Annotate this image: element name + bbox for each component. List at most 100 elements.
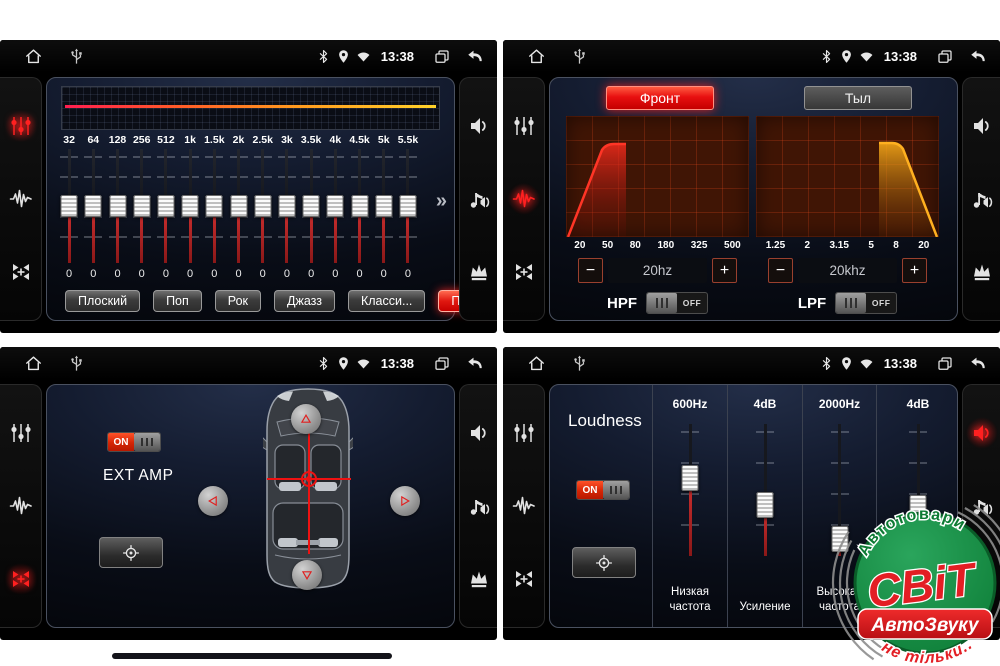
preset-button[interactable]: Класси... — [348, 290, 425, 312]
nav-volume[interactable] — [966, 417, 998, 449]
tab-front[interactable]: Фронт — [606, 86, 714, 110]
recents-icon[interactable] — [432, 48, 452, 66]
back-icon[interactable] — [968, 355, 988, 373]
lpf-minus-button[interactable]: − — [768, 258, 793, 283]
slider-handle[interactable] — [399, 195, 416, 217]
scale-tick: 1.25 — [766, 240, 785, 251]
eq-band-slider[interactable] — [156, 149, 176, 263]
slider-handle[interactable] — [682, 465, 699, 491]
slider-handle[interactable] — [327, 195, 344, 217]
slider-handle[interactable] — [254, 195, 271, 217]
preset-button[interactable]: Рок — [215, 290, 261, 312]
eq-band-slider[interactable] — [83, 149, 103, 263]
slider-handle[interactable] — [278, 195, 295, 217]
more-bands-chevron[interactable]: » — [436, 190, 447, 213]
nav-premium[interactable] — [463, 256, 495, 288]
back-icon[interactable] — [465, 355, 485, 373]
nav-equalizer[interactable] — [508, 110, 540, 142]
eq-band-slider[interactable] — [398, 149, 418, 263]
music-speaker-icon — [467, 187, 491, 211]
nav-premium[interactable] — [966, 256, 998, 288]
home-icon[interactable] — [527, 47, 546, 66]
preset-button[interactable]: Плоский — [65, 290, 140, 312]
slider-handle[interactable] — [303, 195, 320, 217]
nav-loudness[interactable] — [966, 183, 998, 215]
eq-band-slider[interactable] — [277, 149, 297, 263]
slider-handle[interactable] — [157, 195, 174, 217]
recents-icon[interactable] — [432, 355, 452, 373]
loudness-toggle[interactable]: ON — [576, 480, 630, 500]
loudness-slider[interactable] — [755, 424, 775, 556]
eq-band-slider[interactable] — [350, 149, 370, 263]
nav-equalizer[interactable] — [508, 417, 540, 449]
eq-band-slider[interactable] — [325, 149, 345, 263]
balance-right-button[interactable] — [390, 486, 420, 516]
nav-loudness[interactable] — [463, 183, 495, 215]
loudness-slider[interactable] — [680, 424, 700, 556]
hpf-plus-button[interactable]: + — [712, 258, 737, 283]
balance-icon — [512, 260, 536, 284]
scale-tick: 180 — [657, 240, 674, 251]
nav-volume[interactable] — [463, 417, 495, 449]
nav-balance[interactable] — [508, 563, 540, 595]
home-icon[interactable] — [527, 354, 546, 373]
nav-crossover[interactable] — [5, 183, 37, 215]
slider-handle[interactable] — [375, 195, 392, 217]
eq-band-slider[interactable] — [132, 149, 152, 263]
eq-band-slider[interactable] — [253, 149, 273, 263]
lpf-toggle[interactable]: OFF — [835, 292, 897, 314]
balance-left-button[interactable] — [198, 486, 228, 516]
back-icon[interactable] — [465, 48, 485, 66]
hpf-toggle[interactable]: OFF — [646, 292, 708, 314]
hpf-minus-button[interactable]: − — [578, 258, 603, 283]
toggle-knob — [603, 481, 629, 499]
nav-volume[interactable] — [463, 110, 495, 142]
back-icon[interactable] — [968, 48, 988, 66]
lpf-plus-button[interactable]: + — [902, 258, 927, 283]
slider-handle[interactable] — [206, 195, 223, 217]
slider-handle[interactable] — [61, 195, 78, 217]
toggle-state: ON — [108, 433, 134, 451]
slider-handle[interactable] — [230, 195, 247, 217]
center-reset-button[interactable] — [99, 537, 163, 568]
nav-volume[interactable] — [966, 110, 998, 142]
nav-crossover[interactable] — [508, 183, 540, 215]
slider-handle[interactable] — [133, 195, 150, 217]
eq-band-slider[interactable] — [59, 149, 79, 263]
recents-icon[interactable] — [935, 355, 955, 373]
home-icon[interactable] — [24, 354, 43, 373]
nav-crossover[interactable] — [508, 490, 540, 522]
nav-balance[interactable] — [5, 563, 37, 595]
eq-band-slider[interactable] — [180, 149, 200, 263]
fader-rear-button[interactable] — [292, 560, 322, 590]
eq-band-slider[interactable] — [301, 149, 321, 263]
eq-band-slider[interactable] — [374, 149, 394, 263]
slider-handle[interactable] — [757, 492, 774, 518]
slider-handle[interactable] — [109, 195, 126, 217]
eq-band-slider[interactable] — [108, 149, 128, 263]
ext-amp-toggle[interactable]: ON — [107, 432, 161, 452]
tab-rear[interactable]: Тыл — [804, 86, 912, 110]
slider-handle[interactable] — [85, 195, 102, 217]
fader-front-button[interactable] — [291, 404, 321, 434]
slider-handle[interactable] — [182, 195, 199, 217]
nav-premium[interactable] — [463, 563, 495, 595]
equalizer-icon — [512, 421, 536, 445]
recents-icon[interactable] — [935, 48, 955, 66]
store-watermark-logo: Автотовари СВіТ АвтоЗвуку і не тільки... — [820, 470, 1000, 666]
nav-balance[interactable] — [5, 256, 37, 288]
nav-equalizer[interactable] — [5, 110, 37, 142]
loudness-reset-button[interactable] — [572, 547, 636, 578]
nav-balance[interactable] — [508, 256, 540, 288]
preset-button[interactable]: Поп — [153, 290, 202, 312]
slider-handle[interactable] — [351, 195, 368, 217]
nav-crossover[interactable] — [5, 490, 37, 522]
eq-band-slider[interactable] — [204, 149, 224, 263]
nav-equalizer[interactable] — [5, 417, 37, 449]
eq-band-slider[interactable] — [229, 149, 249, 263]
crown-icon — [467, 260, 491, 284]
nav-loudness[interactable] — [463, 490, 495, 522]
toggle-state: OFF — [866, 293, 896, 313]
preset-button[interactable]: Джазз — [274, 290, 335, 312]
home-icon[interactable] — [24, 47, 43, 66]
